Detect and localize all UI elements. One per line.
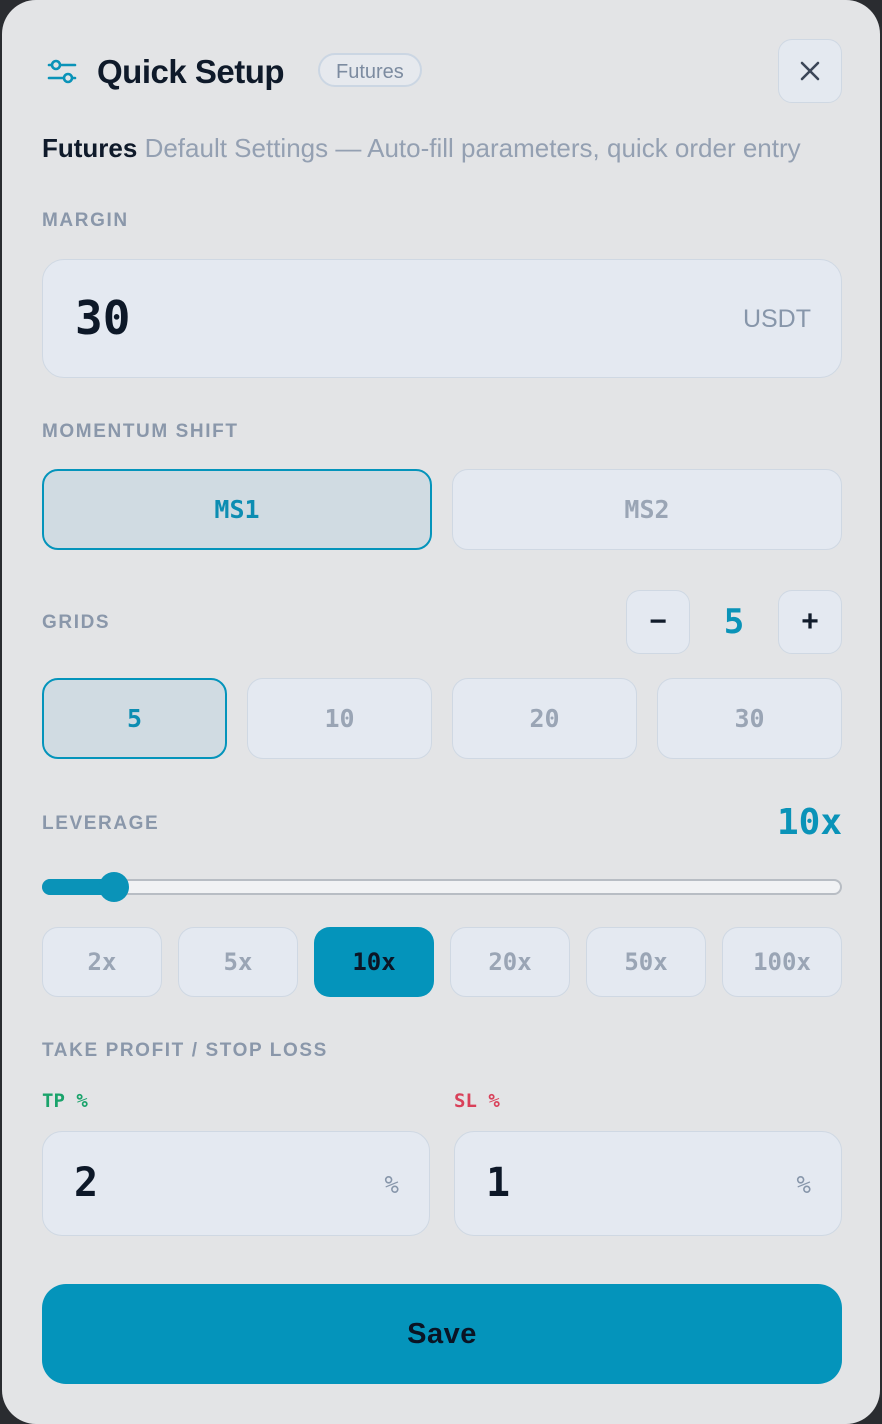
close-icon	[800, 61, 820, 81]
grids-option-10[interactable]: 10	[247, 678, 432, 759]
grids-increment-button[interactable]: +	[778, 590, 842, 654]
leverage-option-50x[interactable]: 50x	[586, 927, 706, 997]
margin-input[interactable]: 30 USDT	[42, 259, 842, 378]
momentum-option-ms1[interactable]: MS1	[42, 469, 432, 550]
sl-label: SL %	[454, 1090, 500, 1112]
grids-decrement-button[interactable]: −	[626, 590, 690, 654]
sl-value: 1	[486, 1160, 511, 1206]
tp-unit: %	[384, 1171, 399, 1199]
leverage-option-5x[interactable]: 5x	[178, 927, 298, 997]
grids-value: 5	[723, 602, 745, 642]
grids-option-5[interactable]: 5	[42, 678, 227, 759]
tp-label: TP %	[42, 1090, 88, 1112]
grids-label: GRIDS	[42, 612, 111, 633]
momentum-label: MOMENTUM SHIFT	[42, 421, 239, 442]
subtitle-market: Futures	[42, 133, 138, 163]
quick-setup-dialog: Quick Setup Futures Futures Default Sett…	[2, 0, 880, 1424]
momentum-option-ms2[interactable]: MS2	[452, 469, 842, 550]
leverage-option-100x[interactable]: 100x	[722, 927, 842, 997]
leverage-option-20x[interactable]: 20x	[450, 927, 570, 997]
leverage-option-10x[interactable]: 10x	[314, 927, 434, 997]
leverage-slider[interactable]	[42, 872, 842, 902]
subtitle-text: Default Settings — Auto-fill parameters,…	[137, 133, 801, 163]
leverage-option-2x[interactable]: 2x	[42, 927, 162, 997]
close-button[interactable]	[778, 39, 842, 103]
margin-unit: USDT	[742, 305, 811, 333]
tp-input[interactable]: 2 %	[42, 1131, 430, 1236]
margin-value: 30	[75, 291, 131, 345]
save-button[interactable]: Save	[42, 1284, 842, 1384]
margin-label: MARGIN	[42, 210, 129, 231]
tp-value: 2	[74, 1160, 99, 1206]
dialog-subtitle: Futures Default Settings — Auto-fill par…	[42, 132, 801, 164]
sl-input[interactable]: 1 %	[454, 1131, 842, 1236]
sliders-icon	[47, 59, 77, 84]
sl-unit: %	[796, 1171, 811, 1199]
grids-option-30[interactable]: 30	[657, 678, 842, 759]
leverage-value: 10x	[776, 802, 842, 843]
leverage-slider-track	[42, 879, 842, 895]
market-badge: Futures	[318, 53, 422, 87]
leverage-label: LEVERAGE	[42, 813, 160, 834]
dialog-title: Quick Setup	[97, 53, 285, 90]
grids-option-20[interactable]: 20	[452, 678, 637, 759]
tpsl-label: TAKE PROFIT / STOP LOSS	[42, 1040, 328, 1061]
leverage-slider-thumb[interactable]	[99, 872, 129, 902]
